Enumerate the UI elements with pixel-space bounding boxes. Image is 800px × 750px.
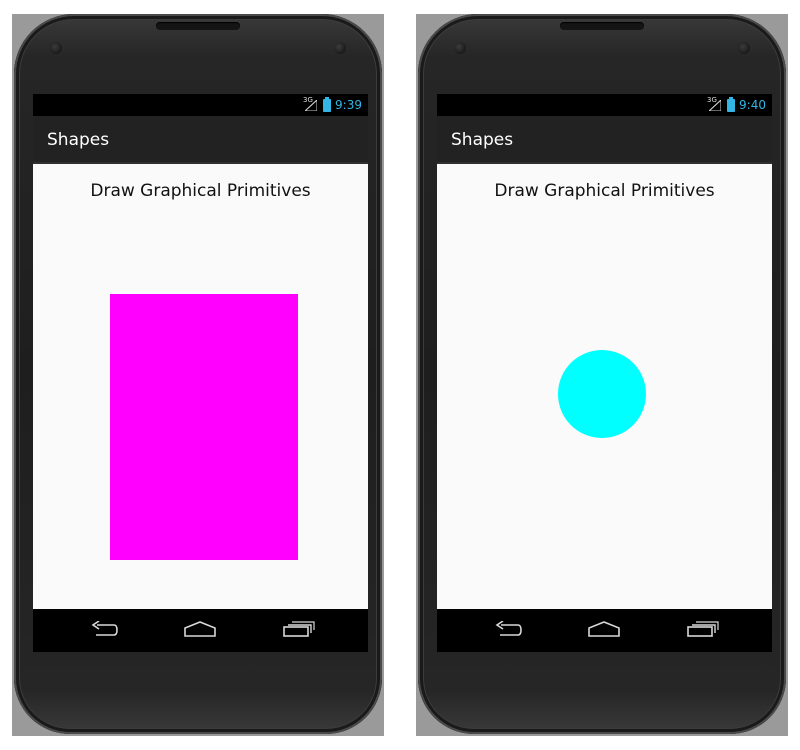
earpiece-speaker xyxy=(156,22,240,30)
signal-icon: 3G xyxy=(707,96,723,112)
phone-body: 3G 9:39 Shapes Draw Graphical Primitives xyxy=(14,14,382,734)
sensor-left xyxy=(50,42,62,54)
status-bar: 3G 9:39 xyxy=(33,94,368,116)
app-content: Draw Graphical Primitives xyxy=(437,164,772,609)
status-bar: 3G 9:40 xyxy=(437,94,772,116)
earpiece-speaker xyxy=(560,22,644,30)
battery-charging-icon xyxy=(323,96,332,112)
navigation-bar xyxy=(33,609,368,652)
status-icons: 3G 9:39 xyxy=(303,96,362,113)
heading-text: Draw Graphical Primitives xyxy=(494,181,715,201)
home-icon[interactable] xyxy=(588,621,620,642)
sensor-left xyxy=(454,42,466,54)
app-content: Draw Graphical Primitives xyxy=(33,164,368,609)
home-icon[interactable] xyxy=(184,621,216,642)
action-bar: Shapes xyxy=(33,116,368,164)
back-icon[interactable] xyxy=(492,620,522,642)
magenta-rectangle xyxy=(110,294,298,560)
phone-screen: 3G 9:40 Shapes Draw Graphical Primitives xyxy=(437,94,772,652)
phone-body: 3G 9:40 Shapes Draw Graphical Primitives xyxy=(418,14,786,734)
back-icon[interactable] xyxy=(88,620,118,642)
status-icons: 3G 9:40 xyxy=(707,96,766,113)
app-title: Shapes xyxy=(47,130,110,150)
front-camera xyxy=(738,42,750,54)
front-camera xyxy=(334,42,346,54)
heading-text: Draw Graphical Primitives xyxy=(90,181,311,201)
cyan-circle xyxy=(558,350,646,438)
app-title: Shapes xyxy=(451,130,514,150)
phone-right: 3G 9:40 Shapes Draw Graphical Primitives xyxy=(416,14,788,736)
phone-left: 3G 9:39 Shapes Draw Graphical Primitives xyxy=(12,14,384,736)
recent-apps-icon[interactable] xyxy=(283,621,315,642)
status-time: 9:39 xyxy=(335,98,362,112)
recent-apps-icon[interactable] xyxy=(687,621,719,642)
action-bar: Shapes xyxy=(437,116,772,164)
status-time: 9:40 xyxy=(739,98,766,112)
battery-charging-icon xyxy=(727,96,736,112)
phone-screen: 3G 9:39 Shapes Draw Graphical Primitives xyxy=(33,94,368,652)
navigation-bar xyxy=(437,609,772,652)
signal-icon: 3G xyxy=(303,96,319,112)
